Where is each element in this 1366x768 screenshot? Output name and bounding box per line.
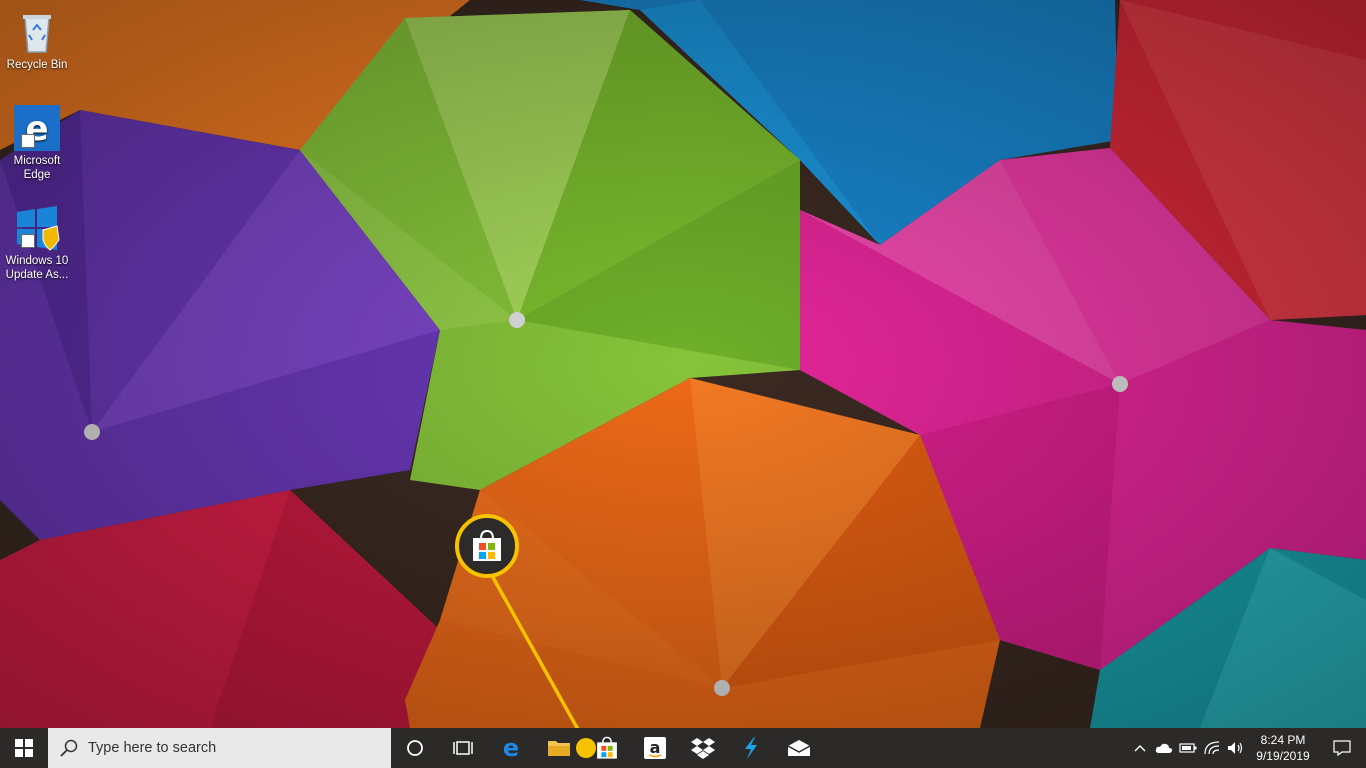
edge-icon: e — [503, 736, 519, 760]
taskbar-mail-button[interactable] — [775, 728, 823, 768]
search-input[interactable] — [86, 739, 370, 757]
windows-update-icon — [13, 204, 61, 252]
speaker-icon — [1228, 742, 1243, 754]
microsoft-store-icon — [473, 529, 501, 561]
umbrella-wallpaper — [0, 0, 1366, 728]
amazon-icon: a — [644, 737, 666, 759]
search-icon — [60, 739, 78, 757]
taskbar-edge-button[interactable]: e — [487, 728, 535, 768]
store-bag-icon — [597, 736, 617, 759]
chevron-up-icon — [1134, 745, 1146, 752]
system-tray: 8:24 PM 9/19/2019 — [1128, 728, 1366, 768]
windows-update-desktop-icon[interactable]: Windows 10 Update As... — [2, 204, 72, 282]
folder-icon — [548, 741, 570, 756]
recycle-bin-label: Recycle Bin — [6, 59, 68, 71]
desktop: Recycle Bin e Microsoft Edge Windows 10 … — [0, 0, 1366, 728]
clock[interactable]: 8:24 PM 9/19/2019 — [1248, 732, 1318, 764]
action-center-button[interactable] — [1318, 728, 1366, 768]
taskbar-lightning-app-button[interactable] — [727, 728, 775, 768]
svg-text:e: e — [503, 736, 519, 760]
notification-icon — [1333, 740, 1351, 756]
edge-label: Microsoft Edge — [13, 155, 61, 181]
task-view-button[interactable] — [439, 728, 487, 768]
onedrive-button[interactable] — [1152, 728, 1176, 768]
network-button[interactable] — [1200, 728, 1224, 768]
dropbox-icon — [691, 738, 715, 759]
show-hidden-icons-button[interactable] — [1128, 728, 1152, 768]
mail-icon — [787, 740, 811, 756]
edge-icon: e — [13, 104, 61, 152]
windows-logo-icon — [15, 739, 33, 757]
windows-update-label: Windows 10 Update As... — [5, 255, 69, 281]
clock-time: 8:24 PM — [1260, 733, 1306, 747]
recycle-bin-desktop-icon[interactable]: Recycle Bin — [2, 8, 72, 72]
battery-button[interactable] — [1176, 728, 1200, 768]
cortana-circle-icon — [407, 740, 423, 756]
svg-text:a: a — [650, 738, 661, 757]
wifi-icon — [1204, 741, 1220, 755]
edge-desktop-icon[interactable]: e Microsoft Edge — [2, 104, 72, 182]
search-box[interactable] — [48, 728, 391, 768]
battery-icon — [1179, 743, 1197, 753]
taskbar: e a — [0, 728, 1366, 768]
callout-anchor-dot — [576, 738, 596, 758]
taskbar-dropbox-button[interactable] — [679, 728, 727, 768]
callout-store-highlight — [455, 514, 519, 578]
lightning-icon — [745, 737, 757, 759]
recycle-bin-icon — [13, 8, 61, 56]
cloud-icon — [1155, 743, 1173, 753]
volume-button[interactable] — [1224, 728, 1248, 768]
task-view-icon — [453, 741, 473, 755]
taskbar-amazon-button[interactable]: a — [631, 728, 679, 768]
start-button[interactable] — [0, 728, 48, 768]
cortana-button[interactable] — [391, 728, 439, 768]
clock-date: 9/19/2019 — [1256, 749, 1310, 763]
